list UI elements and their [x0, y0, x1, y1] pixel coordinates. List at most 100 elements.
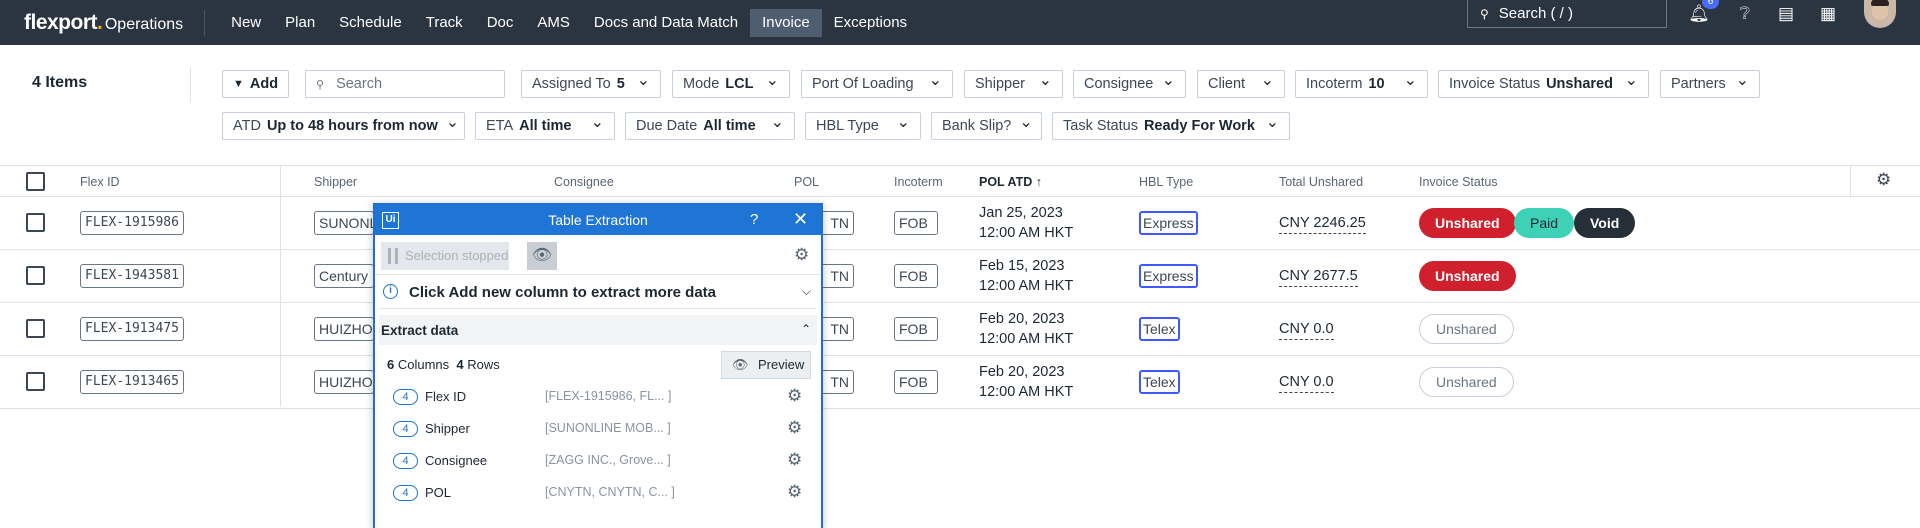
flex-id-chip[interactable]: FLEX-1913465 — [80, 370, 184, 394]
close-icon[interactable]: ✕ — [793, 209, 808, 230]
table-row[interactable]: FLEX-1913475HUIZHOUTNFOBFeb 20, 202312:0… — [0, 303, 1920, 356]
status-badge-paid[interactable]: Paid — [1514, 208, 1575, 238]
incoterm-chip[interactable]: FOB — [894, 317, 938, 341]
table-settings-gear-icon[interactable]: ⚙ — [1876, 170, 1891, 190]
add-filter-button[interactable]: ▼ Add — [222, 70, 290, 98]
status-badge-unshared[interactable]: Unshared — [1419, 208, 1516, 238]
shipper-chip[interactable]: SUNONL — [314, 211, 374, 235]
nav-item-plan[interactable]: Plan — [273, 9, 327, 37]
filter-assigned-to[interactable]: Assigned To 5 ⌄ — [521, 70, 661, 98]
status-badge-unshared[interactable]: Unshared — [1419, 367, 1514, 397]
nav-divider — [204, 9, 206, 36]
table-row[interactable]: FLEX-1913465HUIZHOUTNFOBFeb 20, 202312:0… — [0, 356, 1920, 409]
filter-eta[interactable]: ETA All time ⌄ — [475, 112, 615, 140]
nav-item-ams[interactable]: AMS — [525, 9, 582, 37]
flex-id-chip[interactable]: FLEX-1943581 — [80, 264, 184, 288]
filter-invoice-status[interactable]: Invoice Status Unshared ⌄ — [1438, 70, 1649, 98]
total-unshared[interactable]: CNY 2677.5 — [1279, 266, 1358, 287]
filter-label: Port Of Loading — [812, 76, 914, 92]
flex-id-chip[interactable]: FLEX-1913475 — [80, 317, 184, 341]
hbl-type-chip[interactable]: Express — [1139, 211, 1198, 235]
preview-button[interactable]: 👁︎ Preview — [721, 351, 811, 379]
global-search-input[interactable]: ⚲ Search ( / ) — [1467, 0, 1667, 28]
column-settings-gear-icon[interactable]: ⚙ — [787, 418, 802, 438]
total-unshared[interactable]: CNY 0.0 — [1279, 372, 1334, 393]
column-header-invoice-status[interactable]: Invoice Status — [1419, 175, 1498, 189]
nav-item-invoice[interactable]: Invoice — [750, 8, 822, 37]
info-banner[interactable]: i Click Add new column to extract more d… — [379, 275, 817, 309]
column-header-flex-id[interactable]: Flex ID — [80, 175, 120, 189]
column-header-incoterm[interactable]: Incoterm — [894, 175, 943, 189]
row-checkbox[interactable] — [26, 266, 45, 285]
filter-incoterm[interactable]: Incoterm 10 ⌄ — [1295, 70, 1428, 98]
status-badge-void[interactable]: Void — [1574, 208, 1636, 238]
filter-task-status[interactable]: Task Status Ready For Work ⌄ — [1052, 112, 1290, 140]
extracted-column-shipper[interactable]: 4 Shipper [SUNONLINE MOB... ] ⚙ — [379, 413, 817, 445]
filter-bank-slip[interactable]: Bank Slip? ⌄ — [931, 112, 1042, 140]
table-row[interactable]: FLEX-1915986 SUNONL TN FOB Jan 25, 2023 12:00… — [0, 197, 1920, 250]
column-settings-gear-icon[interactable]: ⚙ — [787, 386, 802, 406]
extracted-column-pol[interactable]: 4 POL [CNYTN, CNYTN, C... ] ⚙ — [379, 477, 817, 509]
columns-count: 6 — [387, 357, 395, 372]
column-settings-gear-icon[interactable]: ⚙ — [787, 482, 802, 502]
panel-title-bar[interactable]: Ui Table Extraction ? ✕ — [375, 205, 821, 235]
nav-item-exceptions[interactable]: Exceptions — [822, 9, 919, 37]
filter-shipper[interactable]: Shipper ⌄ — [964, 70, 1063, 98]
column-header-consignee[interactable]: Consignee — [554, 175, 614, 189]
filter-partners[interactable]: Partners ⌄ — [1660, 70, 1760, 98]
filter-due-date[interactable]: Due Date All time ⌄ — [625, 112, 795, 140]
selection-stopped-button[interactable]: Selection stopped — [381, 242, 509, 270]
incoterm-chip[interactable]: FOB — [894, 211, 938, 235]
help-icon[interactable]: ? — [750, 211, 758, 228]
hbl-type-chip[interactable]: Telex — [1139, 370, 1180, 394]
info-icon: i — [383, 284, 398, 299]
filter-consignee[interactable]: Consignee ⌄ — [1073, 70, 1186, 98]
column-header-pol-atd[interactable]: POL ATD ↑ — [979, 175, 1042, 189]
extract-data-section-header[interactable]: Extract data ⌃ — [379, 315, 817, 345]
column-header-shipper[interactable]: Shipper — [314, 175, 357, 189]
filter-hbl-type[interactable]: HBL Type ⌄ — [805, 112, 921, 140]
status-badge-unshared[interactable]: Unshared — [1419, 261, 1516, 291]
shipper-chip[interactable]: HUIZHOU — [314, 370, 374, 394]
filter-label: Mode — [683, 76, 720, 92]
sort-ascending-icon: ↑ — [1035, 175, 1042, 189]
help-icon[interactable]: ❔︎ — [1731, 0, 1759, 28]
row-checkbox[interactable] — [26, 372, 45, 391]
column-settings-gear-icon[interactable]: ⚙ — [787, 450, 802, 470]
table-search-input[interactable]: ⚲ Search — [305, 70, 505, 98]
panel-settings-gear-icon[interactable]: ⚙ — [794, 245, 809, 265]
total-unshared[interactable]: CNY 2246.25 — [1279, 213, 1366, 234]
nav-item-schedule[interactable]: Schedule — [327, 9, 414, 37]
flex-id-chip[interactable]: FLEX-1915986 — [80, 211, 184, 235]
flexport-logo[interactable]: flexport. Operations — [24, 11, 183, 35]
filter-client[interactable]: Client ⌄ — [1197, 70, 1285, 98]
nav-item-docs-and-data-match[interactable]: Docs and Data Match — [582, 9, 750, 37]
hbl-type-chip[interactable]: Express — [1139, 264, 1198, 288]
table-row[interactable]: FLEX-1943581 Century I TN FOB Feb 15, 2023 12… — [0, 250, 1920, 303]
shipper-chip[interactable]: Century I — [314, 264, 374, 288]
nav-item-new[interactable]: New — [219, 9, 273, 37]
row-checkbox[interactable] — [26, 319, 45, 338]
column-header-hbl-type[interactable]: HBL Type — [1139, 175, 1193, 189]
nav-item-track[interactable]: Track — [414, 9, 475, 37]
column-header-total-unshared[interactable]: Total Unshared — [1279, 175, 1363, 189]
shipper-chip[interactable]: HUIZHOU — [314, 317, 374, 341]
highlight-eye-icon[interactable]: 👁︎ — [527, 242, 557, 270]
info-text: Click Add new column to extract more dat… — [409, 284, 717, 301]
filter-port-of-loading[interactable]: Port Of Loading ⌄ — [801, 70, 953, 98]
column-header-pol[interactable]: POL — [794, 175, 819, 189]
incoterm-chip[interactable]: FOB — [894, 370, 938, 394]
filter-atd[interactable]: ATD Up to 48 hours from now ⌄ — [222, 112, 465, 140]
incoterm-chip[interactable]: FOB — [894, 264, 938, 288]
status-badge-unshared[interactable]: Unshared — [1419, 314, 1514, 344]
filter-mode[interactable]: Mode LCL ⌄ — [672, 70, 790, 98]
extracted-column-consignee[interactable]: 4 Consignee [ZAGG INC., Grove... ] ⚙ — [379, 445, 817, 477]
nav-item-doc[interactable]: Doc — [475, 9, 526, 37]
select-all-checkbox[interactable] — [26, 172, 45, 191]
total-unshared[interactable]: CNY 0.0 — [1279, 319, 1334, 340]
apps-grid-icon[interactable]: ▦ — [1814, 0, 1842, 28]
row-checkbox[interactable] — [26, 213, 45, 232]
extracted-column-flex-id[interactable]: 4 Flex ID [FLEX-1915986, FL... ] ⚙ — [379, 381, 817, 413]
hbl-type-chip[interactable]: Telex — [1139, 317, 1180, 341]
inbox-icon[interactable]: ▤ — [1772, 0, 1800, 28]
